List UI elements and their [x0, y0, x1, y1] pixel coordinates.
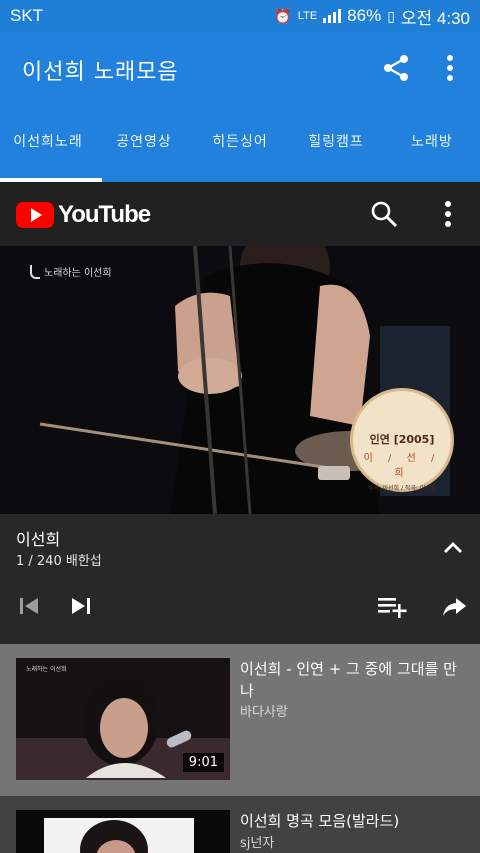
tab-hidden-singer[interactable]: 히든싱어 — [192, 128, 288, 182]
list-item-title: 이선희 - 인연 + 그 중에 그대를 만나 — [240, 660, 457, 700]
share-icon[interactable] — [382, 54, 410, 82]
skip-next-icon[interactable] — [66, 592, 94, 620]
song-seal: 인연 [2005] 이 / 선 / 희 작사: 이선희 / 작곡: 이선희 — [350, 388, 454, 492]
status-bar: SKT ⏰ LTE 86% ▯ 오전 4:30 — [0, 0, 480, 32]
tab-concerts[interactable]: 공연영상 — [96, 128, 192, 182]
app-title: 이선희 노래모음 — [22, 60, 179, 85]
tab-songs[interactable]: 이선희노래 — [0, 128, 96, 182]
seal-artist: 이 / 선 / 희 — [363, 453, 441, 479]
video-player[interactable]: 노래하는 이선희 인연 [2005] 이 / 선 / 희 작사: 이선희 / 작… — [0, 246, 480, 514]
video-thumbnail — [16, 810, 230, 853]
list-item-channel: 바다사랑 — [240, 705, 288, 720]
clock-label: 오전 4:30 — [400, 8, 470, 28]
youtube-wordmark: YouTube — [58, 201, 151, 228]
status-icons: ⏰ LTE 86% ▯ 오전 4:30 — [274, 4, 470, 29]
more-vert-icon[interactable] — [440, 54, 460, 82]
list-item[interactable]: 이선희 명곡 모음(발라드) sj넌자 — [0, 796, 480, 853]
list-item-channel: sj넌자 — [240, 836, 275, 851]
video-watermark: 노래하는 이선희 — [30, 264, 112, 279]
signal-icon — [323, 9, 342, 23]
duration-badge: 9:01 — [182, 753, 224, 772]
seal-song: 인연 [2005] — [369, 433, 435, 446]
youtube-play-icon — [16, 202, 54, 228]
seal-credit: 작사: 이선희 / 작곡: 이선희 — [367, 485, 437, 492]
tab-healing-camp[interactable]: 힐링캠프 — [288, 128, 384, 182]
tab-karaoke[interactable]: 노래방 — [384, 128, 480, 182]
battery-icon: ▯ — [387, 7, 395, 24]
thumbnail-label: 노래하는 이선희 — [26, 666, 67, 673]
playlist-meta: 1 / 240 배한섭 — [16, 554, 102, 569]
player-info: 이선희 1 / 240 배한섭 — [0, 514, 480, 644]
chevron-up-icon[interactable] — [440, 538, 466, 558]
lte-icon: LTE — [297, 10, 318, 22]
list-item-title: 이선희 명곡 모음(발라드) — [240, 812, 400, 830]
battery-label: 86% — [347, 6, 382, 25]
thumbnail-image — [16, 810, 230, 853]
skip-previous-icon[interactable] — [16, 592, 44, 620]
video-thumbnail: 노래하는 이선희 9:01 — [16, 658, 230, 780]
more-vert-icon[interactable] — [438, 200, 458, 228]
add-to-queue-icon[interactable] — [376, 592, 408, 620]
app-header: 이선희 노래모음 이선희노래 공연영상 히든싱어 힐링캠프 노래방 — [0, 32, 480, 182]
playlist-title: 이선희 — [16, 530, 61, 549]
youtube-logo[interactable]: YouTube — [16, 201, 151, 229]
watermark-logo — [30, 264, 40, 279]
lte-label: LTE — [297, 10, 318, 22]
share-icon[interactable] — [440, 592, 468, 620]
thumbnail-watermark: 노래하는 이선희 — [26, 664, 67, 673]
playlist-list: 노래하는 이선희 9:01 이선희 - 인연 + 그 중에 그대를 만나 바다사… — [0, 644, 480, 853]
alarm-icon: ⏰ — [274, 7, 292, 24]
tab-bar: 이선희노래 공연영상 히든싱어 힐링캠프 노래방 — [0, 128, 480, 182]
youtube-header: YouTube — [0, 182, 480, 246]
list-item[interactable]: 노래하는 이선희 9:01 이선희 - 인연 + 그 중에 그대를 만나 바다사… — [0, 644, 480, 796]
carrier-label: SKT — [10, 6, 44, 25]
watermark-text: 노래하는 이선희 — [44, 268, 112, 279]
search-icon[interactable] — [370, 200, 398, 228]
